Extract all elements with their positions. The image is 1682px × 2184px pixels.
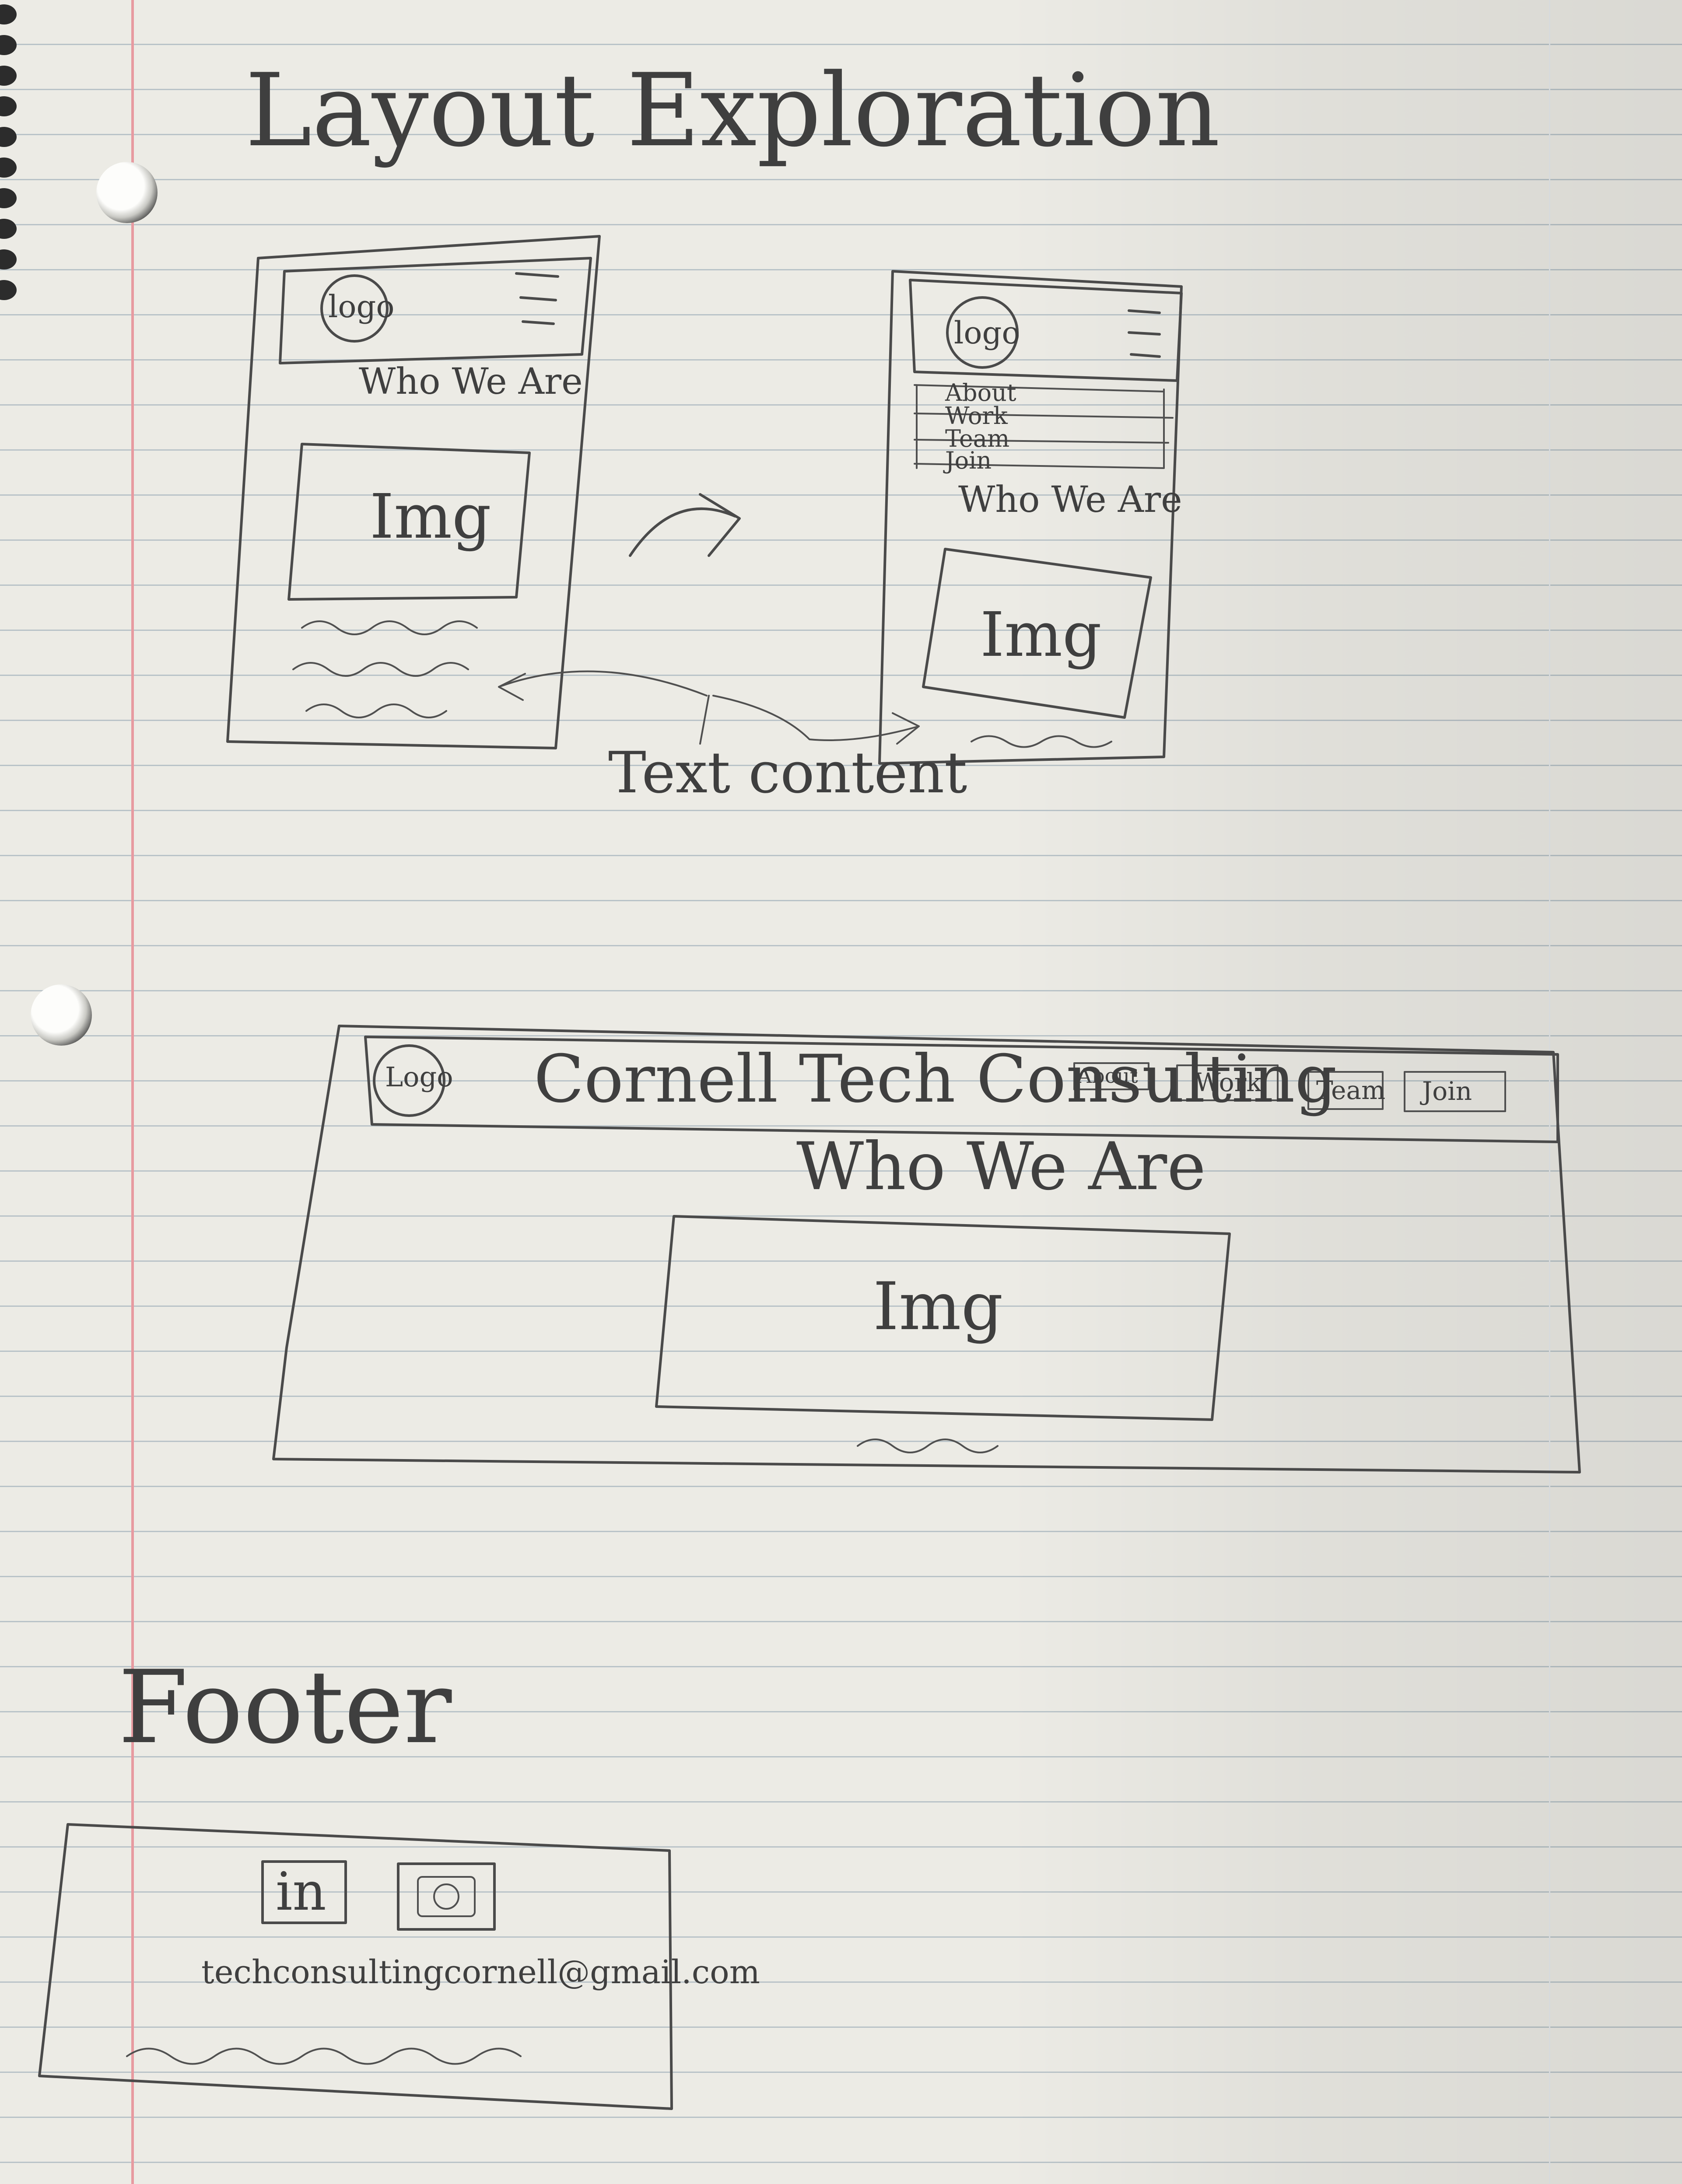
mobile-closed-header (279, 257, 592, 364)
mobile-open-menu-about: About (945, 379, 1016, 406)
hamburger-menu-icon (515, 272, 559, 325)
mobile-open-menu-join: Join (945, 447, 992, 474)
text-squiggle (301, 620, 478, 635)
footer-heading: Footer (118, 1649, 452, 1766)
instagram-icon (397, 1862, 496, 1931)
hamburger-menu-icon (1128, 309, 1161, 358)
instagram-inner (417, 1876, 476, 1917)
text-content-annotation: Text content (608, 739, 967, 806)
desktop-nav-about[interactable]: About (1077, 1064, 1138, 1088)
desktop-nav-work[interactable]: Work (1195, 1068, 1262, 1097)
mobile-closed-heading: Who We Are (359, 361, 583, 402)
desktop-nav-team[interactable]: Team (1316, 1075, 1385, 1105)
desktop-heading: Who We Are (796, 1129, 1206, 1205)
text-squiggle (292, 662, 469, 677)
desktop-logo: Logo (385, 1061, 453, 1093)
page-title: Layout Exploration (245, 52, 1220, 169)
text-squiggle (126, 2048, 522, 2065)
mobile-open-header (909, 279, 1183, 382)
text-squiggle (305, 704, 447, 718)
text-content-arrow-left-icon (498, 670, 710, 745)
mobile-open-menu-work: Work (945, 402, 1008, 430)
mobile-open-image-label: Img (980, 599, 1102, 671)
mobile-closed-logo: logo (328, 289, 395, 325)
text-squiggle (857, 1438, 999, 1453)
text-content-arrow-right-icon (712, 695, 920, 745)
transition-arrow-icon (629, 493, 741, 557)
mobile-open-heading: Who We Are (958, 479, 1182, 521)
linkedin-icon[interactable]: in (276, 1862, 326, 1922)
text-squiggle (971, 735, 1112, 748)
mobile-open-logo: logo (954, 315, 1020, 351)
footer-email[interactable]: techconsultingcornell@gmail.com (201, 1953, 760, 1991)
desktop-nav-join[interactable]: Join (1422, 1076, 1472, 1106)
desktop-image-label: Img (873, 1269, 1003, 1345)
mobile-closed-image-label: Img (370, 481, 491, 553)
instagram-lens (433, 1883, 459, 1910)
mobile-open-menu-team: Team (945, 425, 1010, 452)
